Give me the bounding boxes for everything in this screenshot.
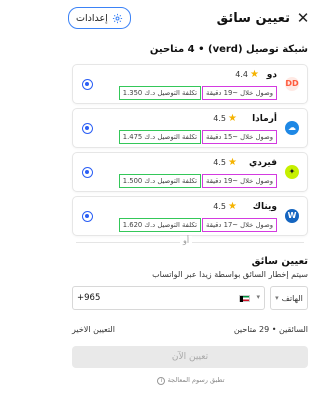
- star-icon: ★: [228, 157, 237, 168]
- provider-name: فيردي: [248, 158, 277, 168]
- provider-card-dd[interactable]: DD دو 4.4 ★ وصول خلال ~19 دقيقة تكلفة ال…: [72, 64, 308, 104]
- provider-name: أرمادا: [252, 114, 277, 124]
- settings-label: إعدادات: [76, 12, 108, 24]
- rating-value: 4.5: [213, 158, 227, 167]
- cost-badge: تكلفة التوصيل د.ك 1.475: [118, 130, 201, 144]
- assign-driver-title: تعيين سائق: [251, 256, 308, 267]
- rating-value: 4.5: [213, 114, 227, 123]
- provider-radio[interactable]: [82, 211, 93, 222]
- phone-input[interactable]: +965 ▾: [72, 286, 265, 310]
- close-icon[interactable]: ✕: [296, 9, 310, 27]
- eta-badge: وصول خلال ~17 دقيقة: [202, 218, 277, 232]
- provider-logo: ✦: [285, 165, 299, 179]
- star-icon: ★: [228, 113, 237, 124]
- eta-badge: وصول خلال ~19 دقيقة: [202, 86, 277, 100]
- page-title: تعيين سائق: [216, 10, 290, 26]
- kuwait-flag-icon: [239, 295, 250, 302]
- provider-logo: ☁: [285, 121, 299, 135]
- country-code: +965: [77, 293, 101, 303]
- provider-radio[interactable]: [82, 123, 93, 134]
- settings-button[interactable]: إعدادات: [68, 7, 131, 29]
- provider-name: ويناك: [252, 202, 277, 212]
- provider-radio[interactable]: [82, 79, 93, 90]
- fees-text: تطبق رسوم المعالجة: [167, 376, 225, 384]
- header: ✕ تعيين سائق إعدادات: [68, 6, 310, 30]
- assign-now-button[interactable]: تعيين الآن: [72, 346, 308, 368]
- provider-rating: 4.4 ★: [235, 69, 259, 80]
- cost-badge: تكلفة التوصيل د.ك 1.620: [118, 218, 201, 232]
- drivers-available-count: السائقين • 29 متاحين: [233, 325, 308, 334]
- phone-type-select[interactable]: الهاتف ▾: [270, 286, 308, 310]
- provider-logo: DD: [285, 77, 299, 91]
- provider-radio[interactable]: [82, 167, 93, 178]
- rating-value: 4.4: [235, 70, 249, 79]
- processing-fees-note: تطبق رسوم المعالجة i: [60, 376, 320, 385]
- last-assignment-link[interactable]: التعيين الاخير: [72, 325, 115, 334]
- star-icon: ★: [228, 201, 237, 212]
- network-heading: شبكة توصيل (verd) • 4 متاحين: [149, 44, 308, 55]
- chevron-down-icon[interactable]: ▾: [256, 293, 260, 301]
- assign-driver-description: سيتم إخطار السائق بواسطة زيدا عبر الواتس…: [152, 270, 308, 279]
- eta-badge: وصول خلال ~15 دقيقة: [202, 130, 277, 144]
- info-icon[interactable]: i: [157, 377, 166, 385]
- or-label: أو: [180, 236, 193, 245]
- phone-type-label: الهاتف: [281, 293, 303, 303]
- provider-rating: 4.5 ★: [213, 157, 237, 168]
- eta-badge: وصول خلال ~19 دقيقة: [202, 174, 277, 188]
- provider-card-armada[interactable]: ☁ أرمادا 4.5 ★ وصول خلال ~15 دقيقة تكلفة…: [72, 108, 308, 148]
- cost-badge: تكلفة التوصيل د.ك 1.500: [118, 174, 201, 188]
- provider-rating: 4.5 ★: [213, 201, 237, 212]
- star-icon: ★: [250, 69, 259, 80]
- provider-card-verdi[interactable]: ✦ فيردي 4.5 ★ وصول خلال ~19 دقيقة تكلفة …: [72, 152, 308, 192]
- provider-name: دو: [266, 70, 277, 80]
- provider-logo: W: [285, 209, 299, 223]
- provider-rating: 4.5 ★: [213, 113, 237, 124]
- chevron-down-icon: ▾: [275, 294, 279, 302]
- provider-card-wenak[interactable]: W ويناك 4.5 ★ وصول خلال ~17 دقيقة تكلفة …: [72, 196, 308, 236]
- cost-badge: تكلفة التوصيل د.ك 1.350: [118, 86, 201, 100]
- gear-icon: [112, 13, 122, 23]
- driver-stats: السائقين • 29 متاحين التعيين الاخير: [72, 325, 308, 337]
- rating-value: 4.5: [213, 202, 227, 211]
